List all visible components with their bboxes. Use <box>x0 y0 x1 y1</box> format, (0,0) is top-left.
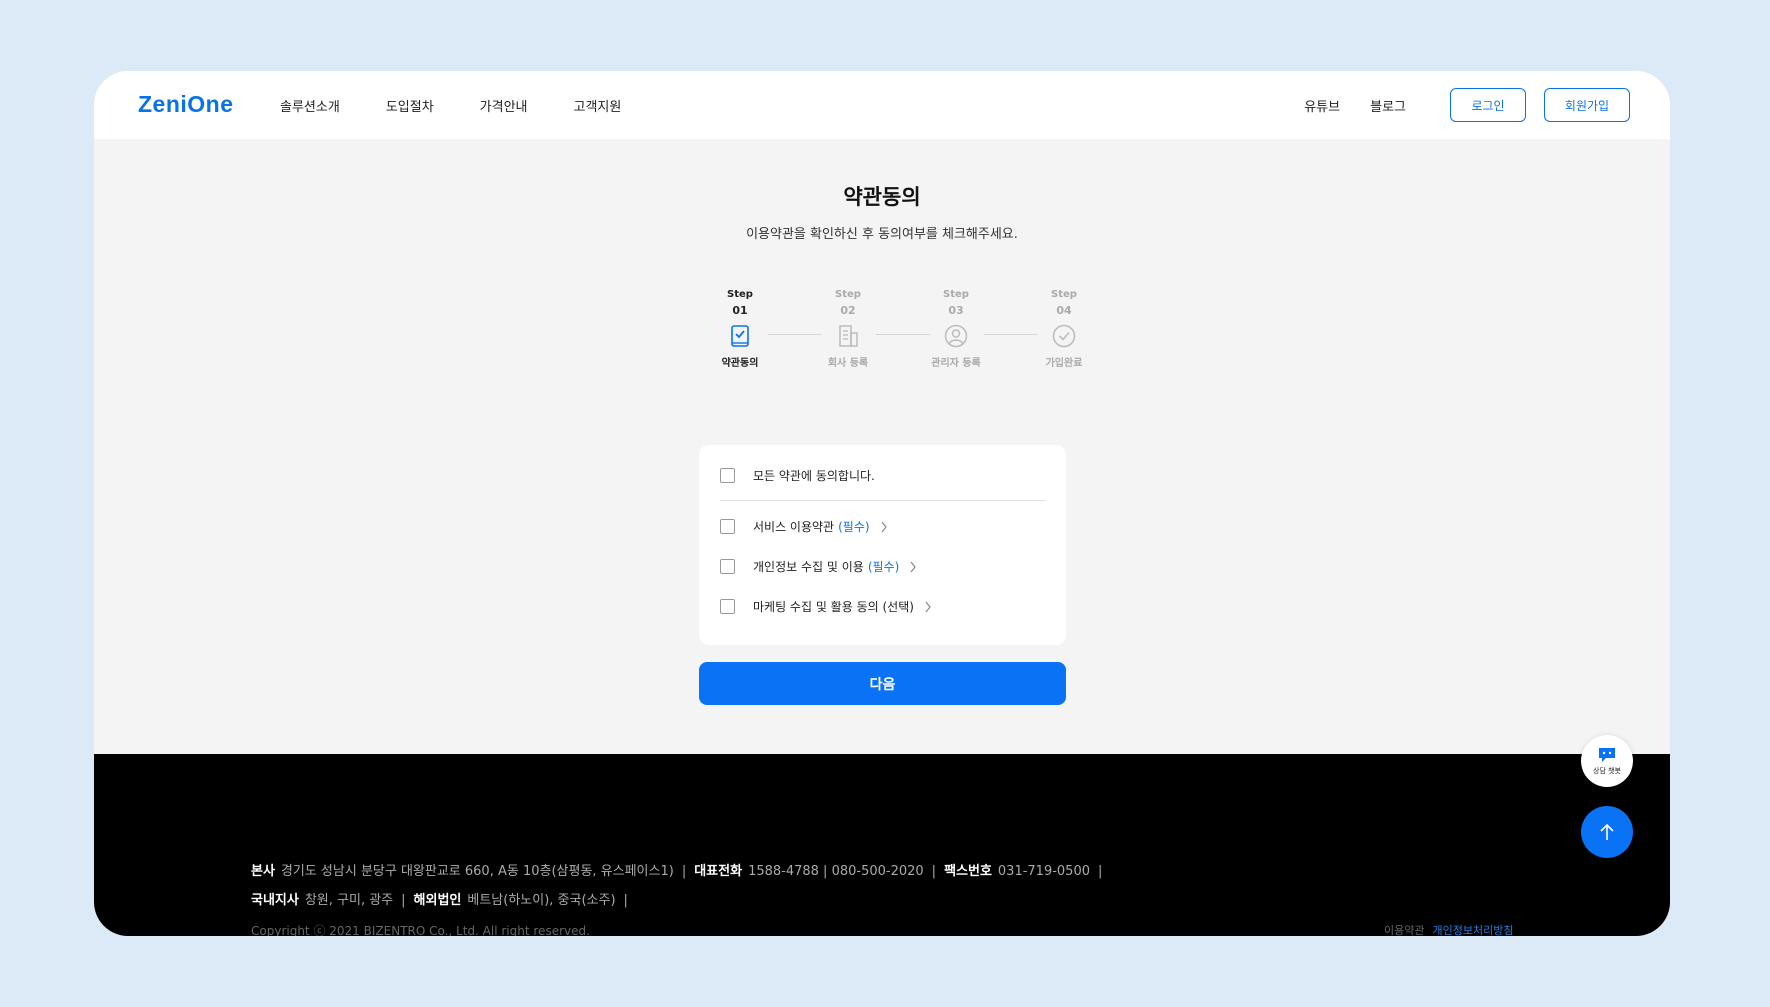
step-label: Step <box>943 289 969 300</box>
privacy-link[interactable]: 개인정보처리방침 <box>1432 924 1513 936</box>
divider <box>720 500 1045 501</box>
term-text: 개인정보 수집 및 이용 <box>753 560 864 574</box>
privacy-terms-checkbox[interactable] <box>720 559 735 574</box>
page-title: 약관동의 <box>843 185 921 209</box>
next-button[interactable]: 다음 <box>699 662 1066 705</box>
term-label: 서비스 이용약관 (필수) <box>753 518 870 535</box>
check-circle-icon <box>1052 324 1076 348</box>
terms-card: 모든 약관에 동의합니다. 서비스 이용약관 (필수) 개인정보 수집 및 이용(… <box>699 445 1066 645</box>
step-number: 02 <box>840 304 856 317</box>
required-tag: (필수) <box>867 560 900 574</box>
user-icon <box>944 324 968 348</box>
step-label: Step <box>1051 289 1077 300</box>
building-icon <box>839 325 858 347</box>
youtube-link[interactable]: 유튜브 <box>1304 96 1340 115</box>
step-name: 가입완료 <box>1045 358 1083 369</box>
agree-all-row[interactable]: 모든 약관에 동의합니다. <box>720 467 875 484</box>
nav-item-process[interactable]: 도입절차 <box>386 96 434 115</box>
step-number: 04 <box>1056 304 1072 317</box>
nav-item-support[interactable]: 고객지원 <box>574 96 622 115</box>
separator: | <box>1098 864 1103 879</box>
step-name: 관리자 등록 <box>931 358 981 369</box>
chevron-right-icon[interactable] <box>909 561 917 573</box>
fax-label: 팩스번호 <box>944 864 992 879</box>
blog-link[interactable]: 블로그 <box>1370 96 1406 115</box>
chat-bubble-icon <box>1599 748 1615 762</box>
footer-address-line: 본사 경기도 성남시 분당구 대왕판교로 660, A동 10층(삼평동, 유스페… <box>251 860 1110 879</box>
separator: | <box>681 864 687 879</box>
phone-value: 1588-4788 | 080-500-2020 <box>748 864 924 879</box>
term-label: 마케팅 수집 및 활용 동의 (선택) <box>753 600 914 614</box>
step-name: 회사 등록 <box>827 358 869 369</box>
separator: | <box>623 893 628 908</box>
term-row-marketing[interactable]: 마케팅 수집 및 활용 동의 (선택) <box>720 598 932 615</box>
agree-all-checkbox[interactable] <box>720 468 735 483</box>
footer-branch-line: 국내지사 창원, 구미, 광주 | 해외법인 베트남(하노이), 중국(소주) | <box>251 889 636 908</box>
site-header: ZeniOne 솔루션소개 도입절차 가격안내 고객지원 유튜브 블로그 로그인… <box>94 71 1670 139</box>
term-row-privacy[interactable]: 개인정보 수집 및 이용 (필수) <box>720 558 917 575</box>
chatbot-label: 상담 챗봇 <box>1593 767 1621 775</box>
term-label: 개인정보 수집 및 이용 (필수) <box>753 558 899 575</box>
nav-item-solution[interactable]: 솔루션소개 <box>280 96 340 115</box>
required-tag: (필수) <box>838 520 870 534</box>
step-3: Step 03 관리자 등록 <box>916 289 996 369</box>
terms-link[interactable]: 이용약관 <box>1384 924 1424 936</box>
phone-label: 대표전화 <box>694 864 743 879</box>
agreement-icon <box>731 325 749 347</box>
footer-policy-links: 이용약관 개인정보처리방침 <box>1384 922 1513 936</box>
scroll-top-button[interactable] <box>1581 806 1633 858</box>
chevron-right-icon[interactable] <box>924 601 932 613</box>
separator: | <box>931 864 937 879</box>
hq-address: 경기도 성남시 분당구 대왕판교로 660, A동 10층(삼평동, 유스페이스… <box>280 864 674 879</box>
step-label: Step <box>835 289 861 300</box>
login-button[interactable]: 로그인 <box>1450 88 1526 122</box>
site-footer: 본사 경기도 성남시 분당구 대왕판교로 660, A동 10층(삼평동, 유스페… <box>94 754 1670 936</box>
header-right: 유튜브 블로그 로그인 회원가입 <box>1304 88 1630 122</box>
step-number: 03 <box>948 304 964 317</box>
domestic-value: 창원, 구미, 광주 <box>304 893 394 908</box>
step-2: Step 02 회사 등록 <box>808 289 888 369</box>
separator: | <box>401 893 406 908</box>
step-number: 01 <box>732 304 748 317</box>
step-label: Step <box>727 289 753 300</box>
signup-button[interactable]: 회원가입 <box>1544 88 1630 122</box>
browser-window: ZeniOne 솔루션소개 도입절차 가격안내 고객지원 유튜브 블로그 로그인… <box>94 71 1670 936</box>
step-1: Step 01 약관동의 <box>700 289 780 369</box>
term-text: 서비스 이용약관 <box>753 520 835 534</box>
signup-steps: Step 01 약관동의 Step 02 회사 등록 Step 03 관리자 등… <box>700 289 1083 379</box>
overseas-value: 베트남(하노이), 중국(소주) <box>467 893 616 908</box>
step-name: 약관동의 <box>721 358 759 369</box>
chatbot-button[interactable]: 상담 챗봇 <box>1581 735 1633 787</box>
step-4: Step 04 가입완료 <box>1024 289 1104 369</box>
fax-value: 031-719-0500 <box>997 864 1090 879</box>
overseas-label: 해외법인 <box>413 893 462 908</box>
copyright: Copyright ⓒ 2021 BIZENTRO Co., Ltd. All … <box>251 924 590 936</box>
zenione-logo[interactable]: ZeniOne <box>138 91 234 118</box>
page-subtitle: 이용약관을 확인하신 후 동의여부를 체크해주세요. <box>746 227 1018 242</box>
nav-item-pricing[interactable]: 가격안내 <box>480 96 528 115</box>
term-row-service[interactable]: 서비스 이용약관 (필수) <box>720 518 888 535</box>
agree-all-label: 모든 약관에 동의합니다. <box>753 469 875 483</box>
main-nav: 솔루션소개 도입절차 가격안내 고객지원 <box>280 96 667 115</box>
hq-label: 본사 <box>251 864 275 879</box>
chevron-right-icon[interactable] <box>880 521 888 533</box>
marketing-terms-checkbox[interactable] <box>720 599 735 614</box>
domestic-label: 국내지사 <box>251 893 299 908</box>
service-terms-checkbox[interactable] <box>720 519 735 534</box>
arrow-up-icon <box>1600 823 1614 840</box>
